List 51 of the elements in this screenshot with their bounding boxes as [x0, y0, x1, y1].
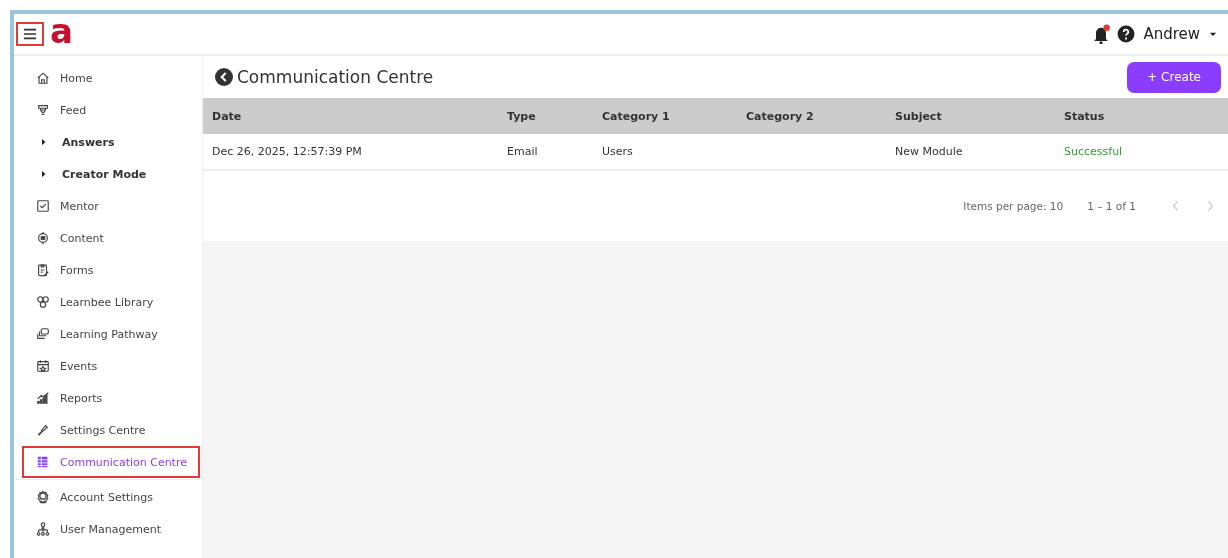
create-button[interactable]: + Create: [1127, 61, 1221, 93]
page-range: 1 – 1 of 1: [1087, 200, 1136, 212]
status-text: Successful: [1064, 145, 1124, 158]
stacked-cards-icon: [36, 327, 50, 341]
back-button[interactable]: [215, 68, 233, 86]
sidebar-item[interactable]: Learnbee Library: [22, 286, 200, 318]
help-icon: [1117, 25, 1136, 43]
sidebar-item[interactable]: Creator Mode: [22, 158, 200, 190]
circles-icon: [36, 295, 50, 309]
org-chart-icon: [36, 522, 50, 536]
caret-right-icon: [40, 170, 48, 178]
sidebar-item[interactable]: Content: [22, 222, 200, 254]
user-menu[interactable]: Andrew: [1141, 25, 1218, 43]
sidebar-item[interactable]: Settings Centre: [22, 414, 200, 446]
table-cell-text: Dec 26, 2025, 12:57:39 PM: [212, 145, 363, 158]
sidebar-item[interactable]: Events: [22, 350, 200, 382]
media-icon: [36, 231, 50, 245]
column-header: Subject: [895, 109, 943, 123]
column-header: Date: [212, 109, 243, 123]
caret-right-icon: [40, 138, 48, 146]
sidebar-item[interactable]: Answers: [22, 126, 200, 158]
table-icon: [36, 455, 50, 469]
column-header: Category 2: [746, 109, 815, 123]
home-icon: [36, 71, 50, 85]
items-per-page: Items per page: 10: [963, 200, 1064, 212]
table-cell-text: Users: [602, 145, 634, 158]
gear-badge-icon: [36, 490, 50, 504]
sidebar-item[interactable]: User Management: [22, 513, 200, 545]
table-cell-text: New Module: [895, 145, 964, 158]
sidebar-item[interactable]: Feed: [22, 94, 200, 126]
sidebar-item[interactable]: Forms: [22, 254, 200, 286]
column-header: Type: [507, 109, 537, 123]
back-icon: [215, 68, 233, 86]
column-header: Status: [1064, 109, 1106, 123]
sidebar-item[interactable]: Account Settings: [22, 481, 200, 513]
wrench-icon: [36, 423, 50, 437]
checkbox-icon: [36, 199, 50, 213]
calendar-icon: [36, 359, 50, 373]
sidebar-item[interactable]: Learning Pathway: [22, 318, 200, 350]
clipboard-icon: [36, 263, 50, 277]
table-cell-text: Email: [507, 145, 539, 158]
menu-icon: [22, 27, 38, 41]
column-header: Category 1: [602, 109, 671, 123]
logo: a: [50, 14, 73, 48]
page-title: Communication Centre: [237, 67, 434, 87]
menu-button[interactable]: [16, 22, 44, 46]
sidebar-item[interactable]: Communication Centre: [22, 446, 200, 478]
sidebar-item[interactable]: Reports: [22, 382, 200, 414]
sidebar-item[interactable]: Home: [22, 62, 200, 94]
sidebar-item[interactable]: Mentor: [22, 190, 200, 222]
bar-chart-icon: [36, 391, 50, 405]
